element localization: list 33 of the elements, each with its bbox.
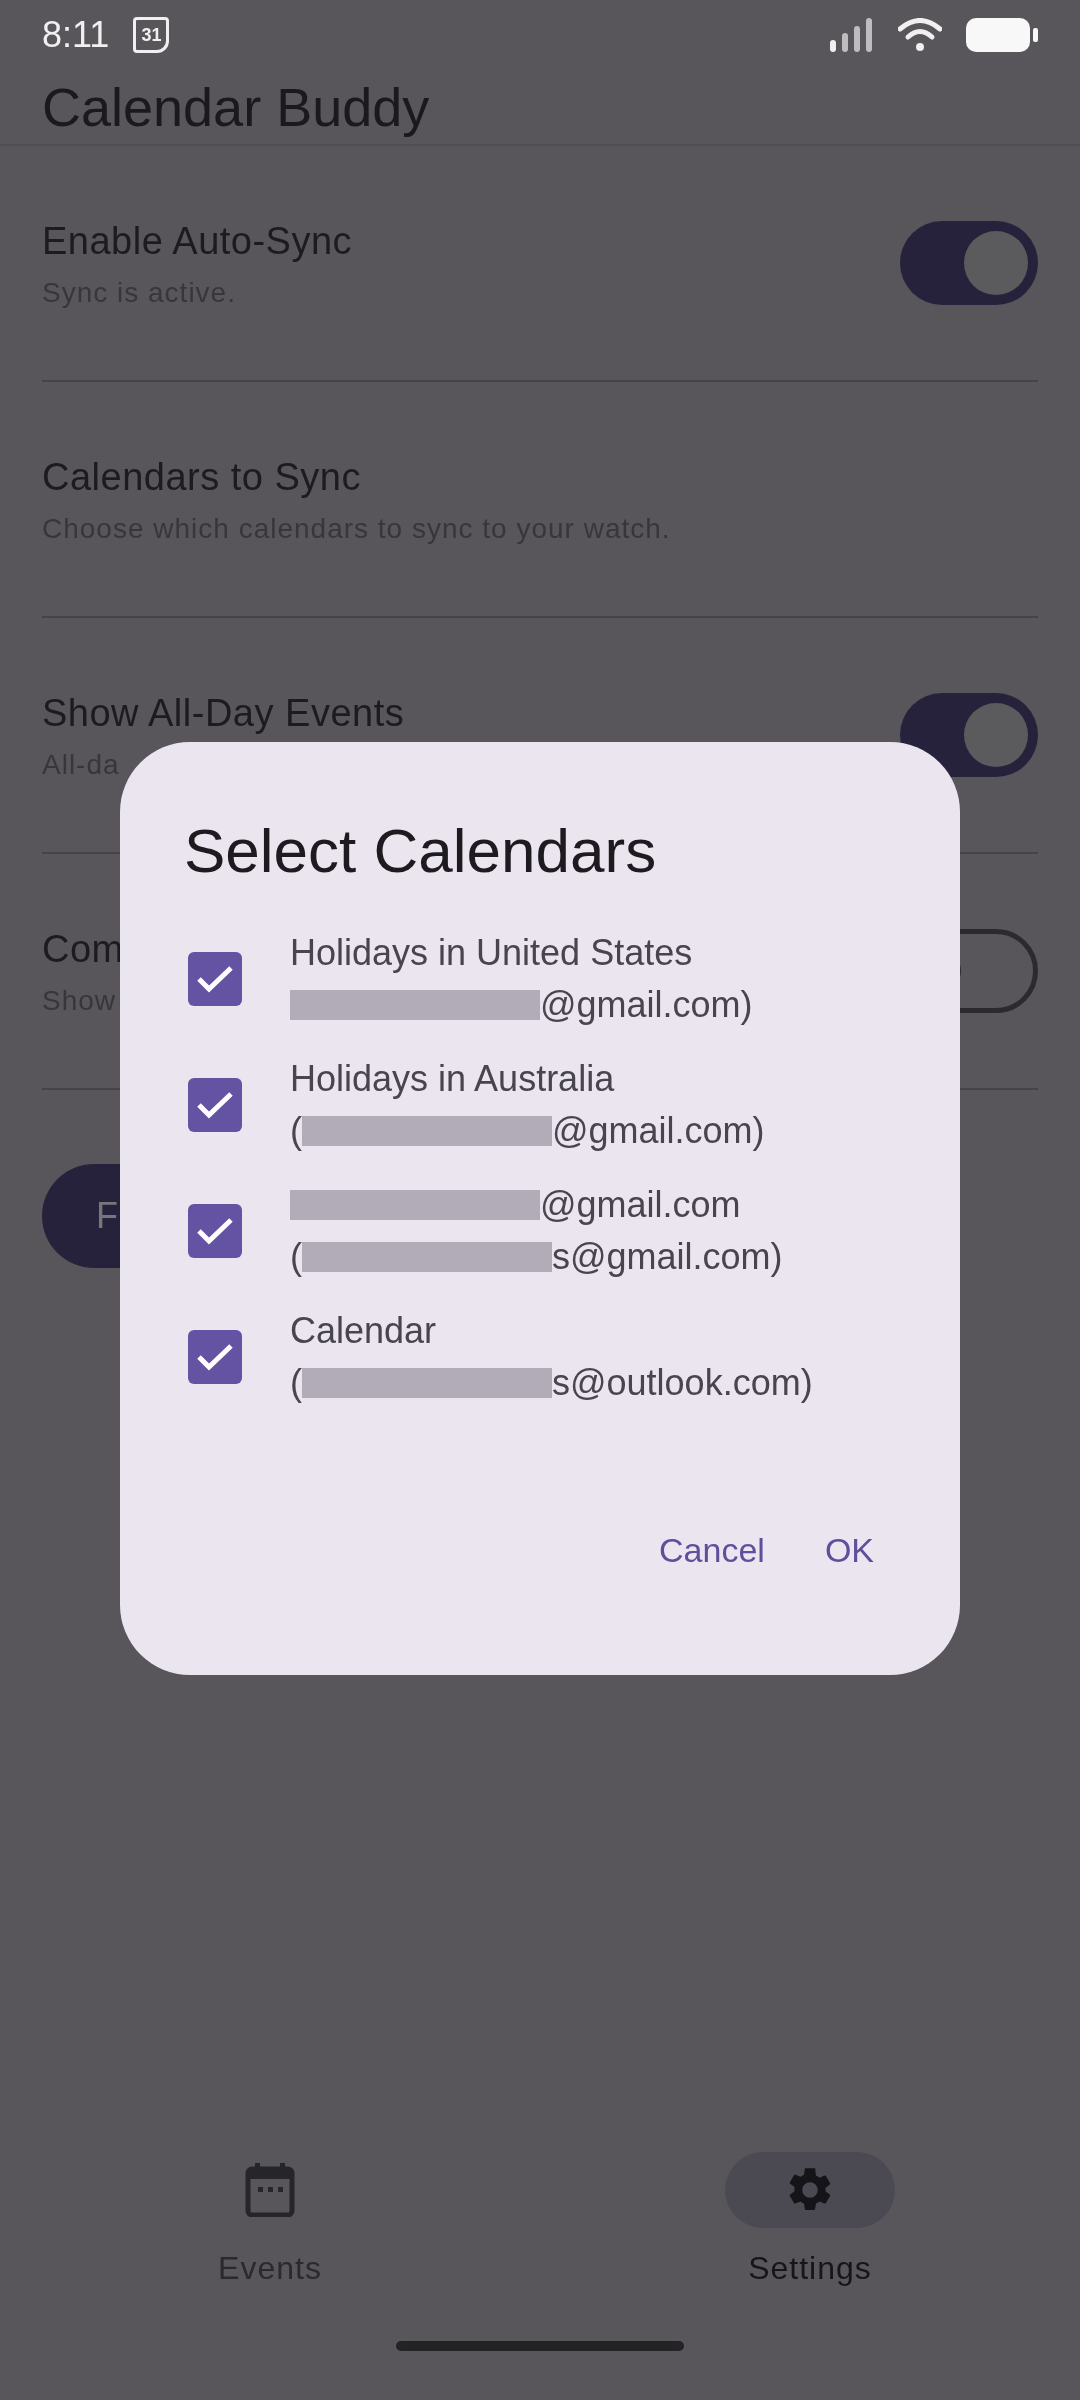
signal-icon	[830, 18, 874, 52]
checkbox[interactable]	[188, 1078, 242, 1132]
calendar-icon	[245, 2163, 295, 2217]
calendar-label: s@outlook.com)	[552, 1361, 813, 1405]
calendar-label: @gmail.com)	[540, 983, 753, 1027]
checkmark-icon	[196, 1342, 234, 1372]
calendar-label: (	[290, 1235, 302, 1279]
setting-title: Calendars to Sync	[42, 454, 361, 500]
checkbox[interactable]	[188, 952, 242, 1006]
app-title: Calendar Buddy	[42, 75, 430, 139]
calendar-label: s@gmail.com)	[552, 1235, 783, 1279]
calendar-notification-icon: 31	[133, 17, 170, 53]
setting-title: Com	[42, 926, 124, 972]
dialog-button[interactable]: OK	[804, 1515, 894, 1585]
status-time: 8:11	[42, 13, 110, 57]
calendar-label: (	[290, 1109, 302, 1153]
checkbox[interactable]	[188, 1204, 242, 1258]
dialog-button[interactable]: Cancel	[639, 1515, 785, 1585]
calendar-label: (	[290, 1361, 302, 1405]
calendar-label: Holidays in Australia	[290, 1057, 615, 1101]
calendar-label: Holidays in United States	[290, 931, 693, 975]
wifi-icon	[898, 18, 942, 52]
battery-icon	[966, 18, 1038, 52]
calendar-label: @gmail.com)	[552, 1109, 765, 1153]
calendar-label: Calendar	[290, 1309, 437, 1353]
checkmark-icon	[196, 1090, 234, 1120]
setting-title: Show All-Day Events	[42, 690, 405, 736]
checkbox[interactable]	[188, 1330, 242, 1384]
checkmark-icon	[196, 1216, 234, 1246]
setting-title: Enable Auto-Sync	[42, 218, 353, 264]
dialog-title: Select Calendars	[184, 815, 658, 887]
calendar-label: @gmail.com	[540, 1183, 741, 1227]
checkmark-icon	[196, 964, 234, 994]
